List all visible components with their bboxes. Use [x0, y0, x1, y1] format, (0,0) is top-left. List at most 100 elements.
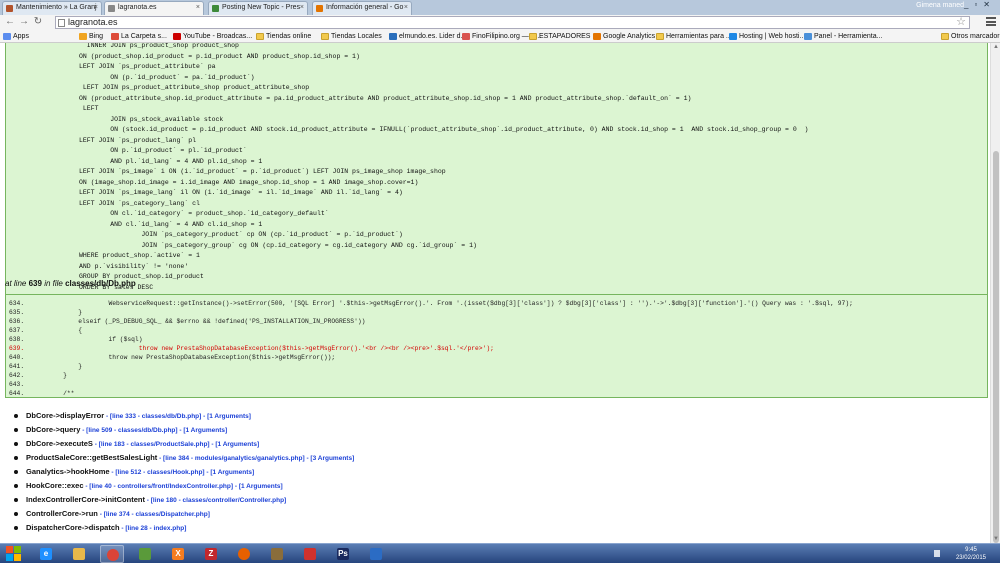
firefox-icon — [238, 548, 250, 560]
bookmark-favicon-icon — [111, 33, 119, 40]
code-line-number: 640. — [9, 354, 25, 361]
trace-function: DbCore->query — [26, 425, 81, 434]
code-line: 636. elseif (_PS_DEBUG_SQL_ && $errno &&… — [6, 317, 987, 326]
taskbar-internet-explorer-button[interactable]: e — [34, 545, 58, 563]
window-controls[interactable]: _▫✕ — [964, 0, 996, 9]
trace-location-link[interactable]: - [line 40 - controllers/front/IndexCont… — [84, 483, 282, 490]
tab-favicon-icon — [6, 5, 13, 12]
folder-icon — [256, 33, 264, 40]
bookmark-item[interactable]: La Carpeta s... — [110, 30, 167, 43]
trace-function: IndexControllerCore->initContent — [26, 495, 145, 504]
code-line: 641. } — [6, 362, 987, 371]
taskbar-file-explorer-button[interactable] — [67, 545, 91, 563]
tab-close-icon[interactable]: × — [404, 2, 408, 14]
tab-close-icon[interactable]: × — [300, 2, 304, 14]
trace-function: DbCore->displayError — [26, 411, 105, 420]
vertical-scrollbar[interactable]: ▲ ▼ — [990, 43, 1000, 543]
address-text: lagranota.es — [68, 17, 118, 27]
trace-location-link[interactable]: - [line 28 - index.php] — [120, 525, 186, 532]
tab-4[interactable]: Información general - Go × — [312, 1, 412, 15]
scroll-up-icon[interactable]: ▲ — [991, 43, 1000, 51]
menu-icon[interactable] — [986, 17, 996, 26]
taskbar-spreadsheet-button[interactable] — [133, 545, 157, 563]
trace-location-link[interactable]: - [line 333 - classes/db/Db.php] - [1 Ar… — [104, 413, 251, 420]
code-line-number: 641. — [9, 363, 25, 370]
tab-1[interactable]: Mantenimiento » La Granj × — [2, 1, 102, 15]
bookmark-label: La Carpeta s... — [121, 33, 167, 40]
bookmark-item[interactable]: elmundo.es. Lider d... — [388, 30, 466, 43]
tab-title: Información general - Go — [326, 4, 404, 11]
trace-location-link[interactable]: - [line 512 - classes/Hook.php] - [1 Arg… — [110, 469, 254, 476]
trace-location-link[interactable]: - [line 180 - classes/controller/Control… — [145, 497, 286, 504]
bullet-icon — [14, 456, 18, 460]
bookmark-favicon-icon — [389, 33, 397, 40]
taskbar-gimp-button[interactable] — [265, 545, 289, 563]
taskbar-photoshop-button[interactable]: Ps — [331, 545, 355, 563]
code-line-text: WebserviceRequest::getInstance()->setErr… — [48, 300, 853, 307]
error-line-number: 639 — [28, 279, 42, 288]
bookmark-item[interactable]: Tiendas online — [255, 30, 311, 43]
code-line: 643. — [6, 380, 987, 389]
bookmark-star-icon[interactable]: ☆ — [956, 15, 966, 28]
code-line-number: 644. — [9, 390, 25, 397]
back-icon[interactable]: ← — [4, 16, 16, 28]
trace-location-link[interactable]: - [line 509 - classes/db/Db.php] - [1 Ar… — [80, 427, 227, 434]
trace-location-link[interactable]: - [line 384 - modules/ganalytics/ganalyt… — [157, 455, 354, 462]
bookmark-item[interactable]: Otros marcadores — [940, 30, 1000, 43]
trace-function: Ganalytics->hookHome — [26, 467, 110, 476]
bookmark-label: Panel - Herramienta... — [814, 33, 883, 40]
taskbar-chrome-button[interactable] — [100, 545, 124, 563]
bookmark-item[interactable]: YouTube - Broadcas... — [172, 30, 252, 43]
code-line-number: 639. — [9, 345, 25, 352]
tab-favicon-icon — [108, 5, 115, 12]
taskbar-pdf-button[interactable] — [298, 545, 322, 563]
spreadsheet-icon — [139, 548, 151, 560]
tab-3[interactable]: Posting New Topic - Pres × — [208, 1, 308, 15]
tab-title: Posting New Topic - Pres — [222, 4, 301, 11]
tab-2[interactable]: lagranota.es × — [104, 1, 204, 15]
scroll-thumb[interactable] — [993, 151, 999, 543]
trace-function: ProductSaleCore::getBestSalesLight — [26, 453, 158, 462]
gimp-icon — [271, 548, 283, 560]
bookmark-item[interactable]: Panel - Herramienta... — [803, 30, 882, 43]
bookmark-item[interactable]: Bing — [78, 30, 103, 43]
bookmark-item[interactable]: Apps — [2, 30, 29, 43]
taskbar-filezilla-button[interactable]: Z — [199, 545, 223, 563]
bookmark-label: YouTube - Broadcas... — [183, 33, 253, 40]
bullet-icon — [14, 498, 18, 502]
reload-icon[interactable]: ↻ — [32, 16, 44, 28]
clock-date: 23/02/2015 — [955, 555, 986, 561]
tray-flag-icon[interactable] — [934, 550, 940, 557]
clock-time: 9:45 — [965, 547, 977, 553]
code-line-text: } — [48, 309, 83, 316]
trace-function: HookCore::exec — [26, 481, 84, 490]
bookmark-item[interactable]: Herramientas para ... — [655, 30, 732, 43]
bookmark-favicon-icon — [593, 33, 601, 40]
bookmarks-bar: Apps Bing La Carpeta s... YouTube - Broadca… — [0, 30, 1000, 43]
page-icon — [58, 19, 65, 27]
code-line-number: 636. — [9, 318, 25, 325]
source-code-box: 634. WebserviceRequest::getInstance()->s… — [5, 294, 988, 398]
bookmark-item[interactable]: Hosting | Web hosti... — [728, 30, 805, 43]
tab-close-icon[interactable]: × — [196, 2, 200, 14]
tab-close-icon[interactable]: × — [94, 2, 98, 14]
address-bar[interactable]: lagranota.es — [55, 16, 970, 29]
taskbar-app-blue-button[interactable] — [364, 545, 388, 563]
forward-icon[interactable]: → — [18, 16, 30, 28]
trace-location-link[interactable]: - [line 374 - classes/Dispatcher.php] — [98, 511, 210, 518]
code-line-error: 639. throw new PrestaShopDatabaseExcepti… — [6, 344, 987, 353]
filezilla-icon: Z — [205, 548, 217, 560]
system-clock[interactable]: 9:45 23/02/2015 — [956, 546, 986, 562]
bookmark-item[interactable]: ESTAPADORES — [528, 30, 590, 43]
start-button[interactable] — [6, 546, 22, 562]
bookmark-item[interactable]: Tiendas Locales — [320, 30, 382, 43]
folder-icon — [321, 33, 329, 40]
taskbar-xampp-button[interactable]: X — [166, 545, 190, 563]
scroll-down-icon[interactable]: ▼ — [991, 535, 1000, 543]
bookmark-item[interactable]: Google Analytics — [592, 30, 655, 43]
trace-location-link[interactable]: - [line 183 - classes/ProductSale.php] -… — [93, 441, 259, 448]
profile-label[interactable]: Gimena maned — [916, 2, 964, 9]
error-location-middle: in file — [44, 279, 63, 288]
folder-icon — [941, 33, 949, 40]
taskbar-firefox-button[interactable] — [232, 545, 256, 563]
